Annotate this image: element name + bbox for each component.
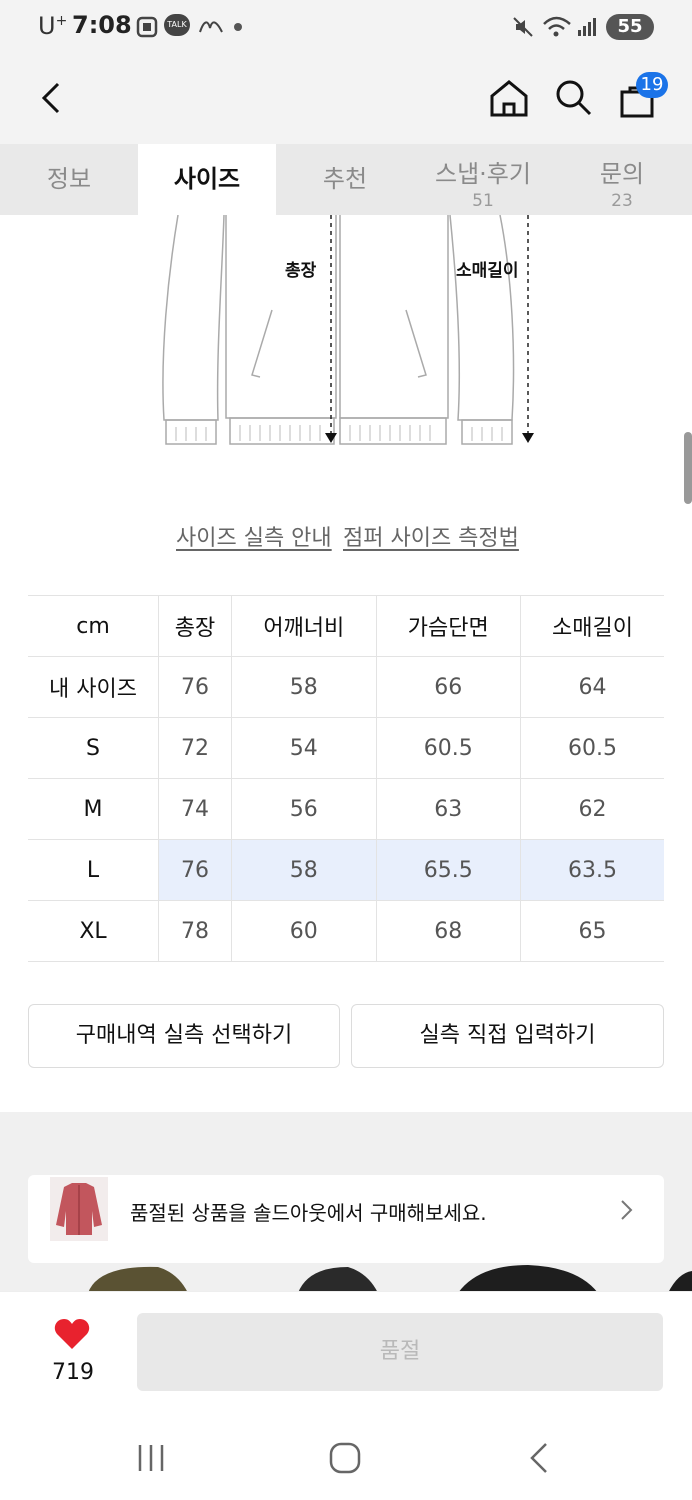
heart-icon[interactable] [54, 1318, 90, 1350]
recent-apps-icon[interactable] [136, 1443, 168, 1473]
tab-bar: 정보 사이즈 추천 스냅·후기 51 문의 23 [0, 144, 692, 215]
header-length: 총장 [158, 595, 233, 657]
tab-inquiry[interactable]: 문의 23 [552, 144, 692, 215]
table-header-row: cm 총장 어깨너비 가슴단면 소매길이 [28, 595, 664, 657]
wifi-icon [543, 16, 571, 37]
cell-length: 78 [158, 900, 233, 962]
header-shoulder: 어깨너비 [231, 595, 377, 657]
purchase-history-measure-button[interactable]: 구매내역 실측 선택하기 [28, 1004, 340, 1068]
app-notification-icon [199, 21, 223, 33]
table-row: S 72 54 60.5 60.5 [28, 717, 664, 779]
soldout-banner-text: 품절된 상품을 솔드아웃에서 구매해보세요. [130, 1201, 487, 1225]
row-size: XL [28, 900, 159, 962]
jacket-size-diagram [162, 215, 534, 445]
cell-sleeve: 62 [520, 778, 664, 840]
mute-icon [513, 17, 533, 37]
more-notifications-dot [234, 23, 242, 31]
carrier-label: U+ [38, 12, 68, 40]
cell-shoulder: 56 [231, 778, 377, 840]
cell-chest: 65.5 [376, 839, 521, 901]
row-size: M [28, 778, 159, 840]
cart-count-badge: 19 [636, 72, 668, 98]
status-bar: U+ 7:08 TALK 55 [0, 0, 692, 56]
cell-shoulder: 58 [231, 839, 377, 901]
size-table: cm 총장 어깨너비 가슴단면 소매길이 내 사이즈 76 58 66 64 S… [28, 595, 664, 962]
sleeve-label: 소매길이 [456, 261, 519, 281]
tab-recommend-label: 추천 [322, 165, 368, 193]
cell-length: 76 [158, 839, 233, 901]
gallery-icon [136, 16, 158, 38]
like-count: 719 [52, 1360, 94, 1385]
cell-sleeve: 64 [520, 656, 664, 718]
tab-snap-review[interactable]: 스냅·후기 51 [414, 144, 552, 215]
tab-size-label: 사이즈 [173, 165, 241, 193]
app-header [0, 56, 692, 144]
cell-shoulder: 58 [231, 656, 377, 718]
row-size: 내 사이즈 [28, 656, 159, 718]
row-size: L [28, 839, 159, 901]
cell-chest: 63 [376, 778, 521, 840]
battery-indicator: 55 [606, 14, 654, 40]
home-icon[interactable] [488, 78, 530, 118]
cell-chest: 60.5 [376, 717, 521, 779]
table-row: 내 사이즈 76 58 66 64 [28, 656, 664, 718]
tab-size[interactable]: 사이즈 [138, 144, 276, 215]
table-row: XL 78 60 68 65 [28, 900, 664, 962]
header-sleeve: 소매길이 [520, 595, 664, 657]
tab-info-label: 정보 [46, 165, 92, 193]
sold-out-button[interactable]: 품절 [137, 1313, 663, 1391]
cell-length: 74 [158, 778, 233, 840]
cell-sleeve: 60.5 [520, 717, 664, 779]
home-nav-icon[interactable] [328, 1441, 362, 1475]
tab-snap-review-label: 스냅·후기 [435, 160, 531, 188]
product-thumbnail [50, 1177, 108, 1241]
table-row-highlighted: L 76 58 65.5 63.5 [28, 839, 664, 901]
scrollbar[interactable] [684, 432, 692, 504]
cell-sleeve: 63.5 [520, 839, 664, 901]
search-icon[interactable] [554, 78, 594, 118]
cell-length: 76 [158, 656, 233, 718]
size-guide-link[interactable]: 사이즈 실측 안내 [176, 520, 332, 552]
table-row: M 74 56 63 62 [28, 778, 664, 840]
signal-icon [578, 18, 596, 36]
cell-chest: 68 [376, 900, 521, 962]
recommended-products-strip [88, 1265, 692, 1293]
cell-shoulder: 60 [231, 900, 377, 962]
chevron-right-icon [621, 1200, 633, 1220]
cell-shoulder: 54 [231, 717, 377, 779]
clock: 7:08 [72, 11, 132, 39]
cell-sleeve: 65 [520, 900, 664, 962]
header-chest: 가슴단면 [376, 595, 521, 657]
header-unit: cm [28, 595, 159, 657]
kakaotalk-icon: TALK [164, 14, 190, 36]
back-nav-icon[interactable] [526, 1441, 552, 1475]
cell-length: 72 [158, 717, 233, 779]
tab-snap-review-count: 51 [472, 191, 494, 211]
tab-inquiry-label: 문의 [599, 160, 645, 188]
tab-inquiry-count: 23 [611, 191, 633, 211]
system-nav-bar [0, 1411, 692, 1500]
direct-measure-input-button[interactable]: 실측 직접 입력하기 [351, 1004, 664, 1068]
back-icon[interactable] [36, 80, 66, 116]
tab-info[interactable]: 정보 [0, 144, 138, 215]
length-label: 총장 [285, 261, 317, 281]
tab-recommend[interactable]: 추천 [276, 144, 414, 215]
cell-chest: 66 [376, 656, 521, 718]
measure-guide-link[interactable]: 점퍼 사이즈 측정법 [343, 520, 519, 552]
row-size: S [28, 717, 159, 779]
